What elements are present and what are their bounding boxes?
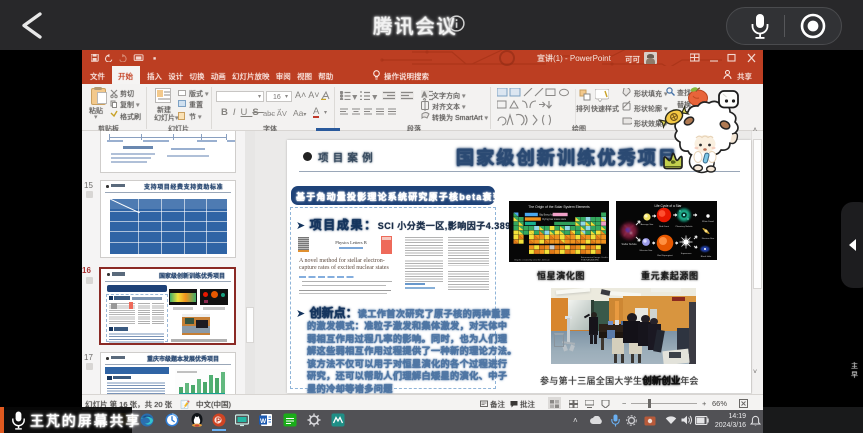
svg-text:ESA/NASA/AURA: ESA/NASA/AURA [581,259,599,262]
svg-text:Neutron Star: Neutron Star [702,237,715,240]
svg-text:Supernova: Supernova [681,252,692,255]
svg-text:Graphic created by Jennifer Jo: Graphic created by Jennifer Johnson [514,259,551,262]
svg-text:Massive Star: Massive Star [640,249,653,252]
svg-text:P: P [216,416,221,425]
svg-text:The Origin of the Solar System: The Origin of the Solar System Elements [528,205,590,209]
svg-text:Stellar Nebula: Stellar Nebula [621,243,637,246]
svg-text:Red Supergiant: Red Supergiant [657,254,673,257]
svg-text:▾: ▾ [373,94,377,100]
svg-text:Black Hole: Black Hole [701,256,712,258]
svg-text:Life Cycle of a Star: Life Cycle of a Star [655,204,683,208]
svg-text:Dying low mass stars: Dying low mass stars [542,218,566,221]
svg-text:A: A [422,92,427,99]
svg-text:Red Giant: Red Giant [659,225,669,228]
svg-text:White Dwarf: White Dwarf [702,220,714,223]
svg-text:▾: ▾ [353,94,357,100]
svg-text:W: W [260,418,267,425]
svg-text:Planetary Nebula: Planetary Nebula [676,225,694,228]
svg-text:Average Star: Average Star [641,223,654,226]
